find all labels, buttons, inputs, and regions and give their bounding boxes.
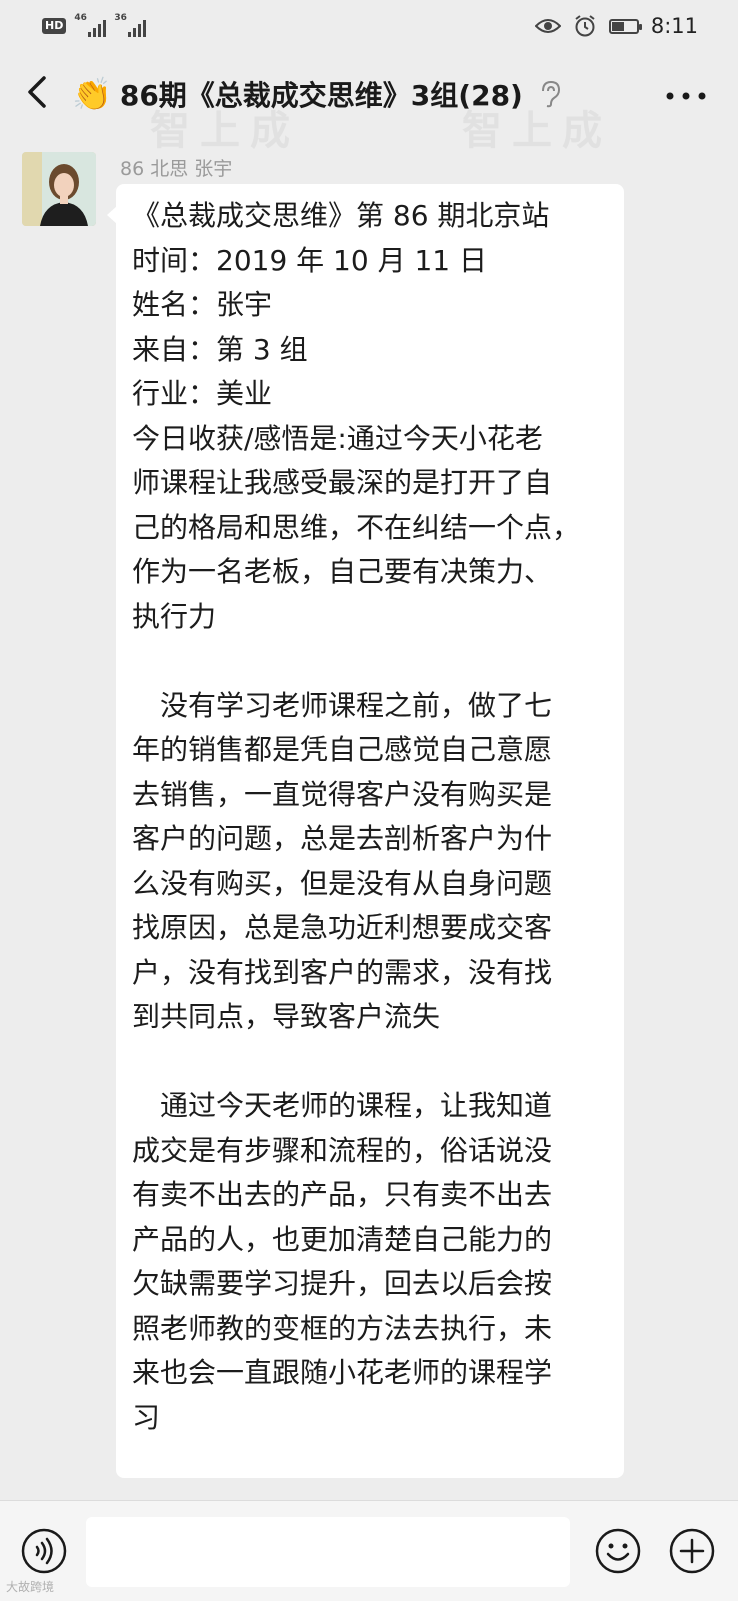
sender-name: 86 北思 张宇 (120, 158, 233, 180)
message-line: 行业：美业 (132, 377, 273, 410)
status-left: HD 46 36 (42, 13, 147, 38)
message-input[interactable] (86, 1517, 570, 1587)
message-paragraph-gap (132, 1040, 610, 1085)
avatar[interactable] (22, 152, 96, 226)
clock-time: 8:11 (650, 14, 698, 38)
message-line: 习 (132, 1400, 161, 1434)
message-line: 产品的人，也更加清楚自己能力的 (132, 1222, 553, 1256)
page-title: 86期《总裁成交思维》3组(28) (119, 79, 523, 112)
message-line: 来也会一直跟随小花老师的课程学 (132, 1356, 553, 1389)
status-bar: HD 46 36 8:11 (0, 0, 738, 52)
message-line: 户，没有找到客户的需求，没有找 (132, 955, 553, 989)
battery-icon (608, 18, 642, 34)
message-line: 今日收获/感悟是:通过今天小花老 (132, 421, 543, 455)
message-line: 来自：第 3 组 (132, 332, 308, 366)
message-line: 通过今天老师的课程，让我知道 (132, 1089, 553, 1122)
chat-header: 👏 86期《总裁成交思维》3组(28) (0, 52, 738, 140)
message-line: 去销售，一直觉得客户没有购买是 (132, 777, 553, 811)
ear-icon (541, 80, 560, 108)
signal-icon: 46 (74, 13, 107, 37)
network-label-1: 46 (74, 13, 87, 23)
message-line: 到共同点，导致客户流失 (132, 1000, 441, 1033)
signal-icon: 36 (114, 13, 147, 37)
message-line: 有卖不出去的产品，只有卖不出去 (132, 1178, 553, 1211)
message-text: 《总裁成交思维》第 86 期北京站 时间：2019 年 10 月 11 日姓名：张… (132, 194, 610, 1440)
more-dots-icon[interactable] (660, 78, 712, 114)
message-line: 执行力 (132, 599, 217, 633)
status-right: 8:11 (534, 12, 698, 40)
chevron-left-icon[interactable] (18, 70, 62, 114)
eye-icon (534, 19, 561, 33)
message-line: 己的格局和思维，不在纠结一个点， (132, 510, 581, 544)
message-line: 年的销售都是凭自己感觉自己意愿 (132, 733, 553, 766)
message-bubble[interactable]: 《总裁成交思维》第 86 期北京站 时间：2019 年 10 月 11 日姓名：张… (107, 184, 624, 1478)
clapping-hands-icon: 👏 (72, 75, 112, 113)
message-line: 没有学习老师课程之前，做了七 (132, 688, 553, 722)
message-line: 么没有购买，但是没有从自身问题 (132, 866, 553, 900)
avatar-image (22, 152, 96, 226)
hd-badge: HD (42, 18, 67, 34)
message-line: 成交是有步骤和流程的，俗话说没 (132, 1133, 553, 1167)
message-line: 《总裁成交思维》第 86 期北京站 (132, 199, 550, 232)
input-bar (0, 1500, 738, 1601)
network-label-2: 36 (114, 13, 127, 23)
watermark-corner-text: 大故跨境 (6, 1580, 55, 1594)
message-line: 客户的问题，总是去剖析客户为什 (132, 822, 553, 855)
message-line: 姓名：张宇 (132, 288, 273, 321)
message-line: 照老师教的变框的方法去执行，未 (132, 1311, 553, 1345)
message-line: 时间：2019 年 10 月 11 日 (132, 243, 488, 277)
alarm-icon (575, 15, 595, 37)
plus-icon[interactable] (668, 1527, 716, 1575)
message-paragraph-gap (132, 639, 610, 684)
message-line: 作为一名老板，自己要有决策力、 (132, 555, 553, 588)
voice-icon[interactable] (20, 1527, 68, 1575)
message-line: 欠缺需要学习提升，回去以后会按 (132, 1267, 553, 1300)
message-line: 师课程让我感受最深的是打开了自 (132, 466, 553, 499)
emoji-icon[interactable] (594, 1527, 642, 1575)
message-line: 找原因，总是急功近利想要成交客 (132, 911, 553, 944)
chat-title: 👏 86期《总裁成交思维》3组(28) (72, 74, 563, 114)
